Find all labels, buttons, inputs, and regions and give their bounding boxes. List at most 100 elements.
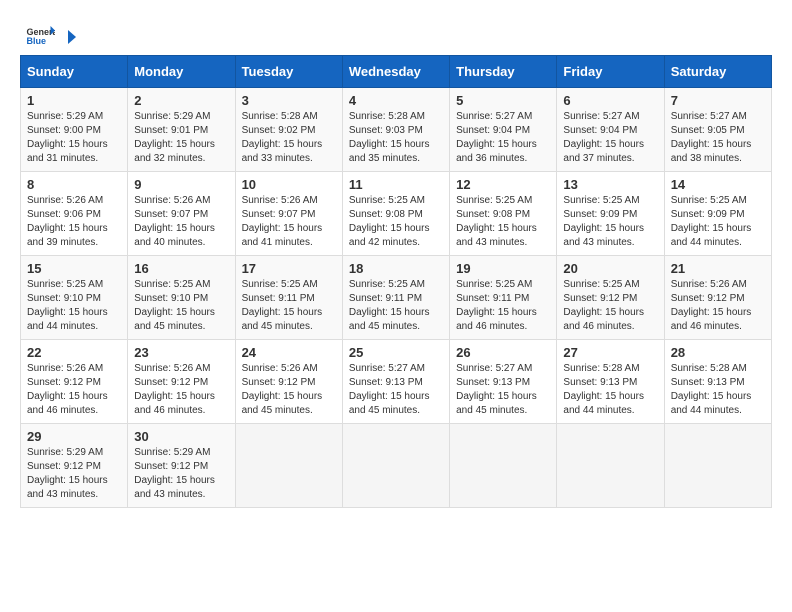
day-number: 24: [242, 345, 336, 360]
day-number: 27: [563, 345, 657, 360]
day-info: Sunrise: 5:27 AM Sunset: 9:13 PM Dayligh…: [456, 362, 550, 418]
day-info: Sunrise: 5:25 AM Sunset: 9:10 PM Dayligh…: [134, 278, 228, 334]
calendar-day-cell: 21 Sunrise: 5:26 AM Sunset: 9:12 PM Dayli…: [664, 256, 771, 340]
weekday-wednesday: Wednesday: [342, 56, 449, 88]
calendar-day-cell: 29Sunrise: 5:29 AM Sunset: 9:12 PM Dayli…: [21, 424, 128, 508]
calendar-day-cell: 9Sunrise: 5:26 AM Sunset: 9:07 PM Daylig…: [128, 172, 235, 256]
logo: General Blue: [25, 20, 79, 50]
day-info: Sunrise: 5:27 AM Sunset: 9:13 PM Dayligh…: [349, 362, 443, 418]
calendar-day-cell: 1Sunrise: 5:29 AM Sunset: 9:00 PM Daylig…: [21, 88, 128, 172]
calendar-day-cell: 22 Sunrise: 5:26 AM Sunset: 9:12 PM Dayli…: [21, 340, 128, 424]
day-info: Sunrise: 5:25 AM Sunset: 9:11 PM Dayligh…: [242, 278, 336, 334]
calendar-day-cell: 14 Sunrise: 5:25 AM Sunset: 9:09 PM Dayli…: [664, 172, 771, 256]
calendar-day-cell: 11 Sunrise: 5:25 AM Sunset: 9:08 PM Dayli…: [342, 172, 449, 256]
day-info: Sunrise: 5:26 AM Sunset: 9:12 PM Dayligh…: [27, 362, 121, 418]
calendar-day-cell: 28 Sunrise: 5:28 AM Sunset: 9:13 PM Dayli…: [664, 340, 771, 424]
day-info: Sunrise: 5:26 AM Sunset: 9:06 PM Dayligh…: [27, 194, 121, 250]
calendar-day-cell: [342, 424, 449, 508]
day-info: Sunrise: 5:27 AM Sunset: 9:04 PM Dayligh…: [456, 110, 550, 166]
day-number: 4: [349, 93, 443, 108]
calendar-day-cell: 24 Sunrise: 5:26 AM Sunset: 9:12 PM Dayli…: [235, 340, 342, 424]
calendar-container: SundayMondayTuesdayWednesdayThursdayFrid…: [10, 55, 782, 518]
logo-icon: General Blue: [25, 20, 55, 50]
day-number: 10: [242, 177, 336, 192]
day-number: 20: [563, 261, 657, 276]
day-info: Sunrise: 5:25 AM Sunset: 9:10 PM Dayligh…: [27, 278, 121, 334]
calendar-day-cell: 7Sunrise: 5:27 AM Sunset: 9:05 PM Daylig…: [664, 88, 771, 172]
calendar-day-cell: 16 Sunrise: 5:25 AM Sunset: 9:10 PM Dayli…: [128, 256, 235, 340]
day-number: 11: [349, 177, 443, 192]
weekday-header-row: SundayMondayTuesdayWednesdayThursdayFrid…: [21, 56, 772, 88]
weekday-tuesday: Tuesday: [235, 56, 342, 88]
day-number: 8: [27, 177, 121, 192]
day-info: Sunrise: 5:25 AM Sunset: 9:09 PM Dayligh…: [563, 194, 657, 250]
day-info: Sunrise: 5:28 AM Sunset: 9:13 PM Dayligh…: [563, 362, 657, 418]
calendar-table: SundayMondayTuesdayWednesdayThursdayFrid…: [20, 55, 772, 508]
weekday-friday: Friday: [557, 56, 664, 88]
day-number: 21: [671, 261, 765, 276]
calendar-day-cell: 20 Sunrise: 5:25 AM Sunset: 9:12 PM Dayli…: [557, 256, 664, 340]
calendar-day-cell: 13 Sunrise: 5:25 AM Sunset: 9:09 PM Dayli…: [557, 172, 664, 256]
day-info: Sunrise: 5:29 AM Sunset: 9:12 PM Dayligh…: [27, 446, 121, 502]
day-number: 6: [563, 93, 657, 108]
calendar-day-cell: [557, 424, 664, 508]
calendar-body: 1Sunrise: 5:29 AM Sunset: 9:00 PM Daylig…: [21, 88, 772, 508]
calendar-day-cell: 18Sunrise: 5:25 AM Sunset: 9:11 PM Dayli…: [342, 256, 449, 340]
calendar-day-cell: 6 Sunrise: 5:27 AM Sunset: 9:04 PM Daylig…: [557, 88, 664, 172]
calendar-week-row: 22 Sunrise: 5:26 AM Sunset: 9:12 PM Dayli…: [21, 340, 772, 424]
calendar-day-cell: 27 Sunrise: 5:28 AM Sunset: 9:13 PM Dayli…: [557, 340, 664, 424]
day-number: 26: [456, 345, 550, 360]
weekday-saturday: Saturday: [664, 56, 771, 88]
weekday-monday: Monday: [128, 56, 235, 88]
day-number: 28: [671, 345, 765, 360]
header: General Blue: [10, 10, 782, 55]
day-number: 5: [456, 93, 550, 108]
day-info: Sunrise: 5:29 AM Sunset: 9:01 PM Dayligh…: [134, 110, 228, 166]
weekday-thursday: Thursday: [450, 56, 557, 88]
day-info: Sunrise: 5:26 AM Sunset: 9:07 PM Dayligh…: [242, 194, 336, 250]
calendar-day-cell: 26 Sunrise: 5:27 AM Sunset: 9:13 PM Dayli…: [450, 340, 557, 424]
day-number: 22: [27, 345, 121, 360]
day-number: 9: [134, 177, 228, 192]
calendar-day-cell: 15 Sunrise: 5:25 AM Sunset: 9:10 PM Dayli…: [21, 256, 128, 340]
day-info: Sunrise: 5:25 AM Sunset: 9:09 PM Dayligh…: [671, 194, 765, 250]
day-number: 23: [134, 345, 228, 360]
day-info: Sunrise: 5:28 AM Sunset: 9:02 PM Dayligh…: [242, 110, 336, 166]
day-number: 12: [456, 177, 550, 192]
day-number: 15: [27, 261, 121, 276]
calendar-day-cell: 17 Sunrise: 5:25 AM Sunset: 9:11 PM Dayli…: [235, 256, 342, 340]
day-info: Sunrise: 5:25 AM Sunset: 9:11 PM Dayligh…: [456, 278, 550, 334]
calendar-week-row: 1Sunrise: 5:29 AM Sunset: 9:00 PM Daylig…: [21, 88, 772, 172]
calendar-day-cell: 4Sunrise: 5:28 AM Sunset: 9:03 PM Daylig…: [342, 88, 449, 172]
calendar-day-cell: [664, 424, 771, 508]
logo-arrow-icon: [60, 28, 78, 46]
day-info: Sunrise: 5:25 AM Sunset: 9:08 PM Dayligh…: [456, 194, 550, 250]
day-number: 16: [134, 261, 228, 276]
day-info: Sunrise: 5:25 AM Sunset: 9:12 PM Dayligh…: [563, 278, 657, 334]
day-number: 30: [134, 429, 228, 444]
calendar-day-cell: 25Sunrise: 5:27 AM Sunset: 9:13 PM Dayli…: [342, 340, 449, 424]
calendar-day-cell: 2 Sunrise: 5:29 AM Sunset: 9:01 PM Daylig…: [128, 88, 235, 172]
day-info: Sunrise: 5:27 AM Sunset: 9:05 PM Dayligh…: [671, 110, 765, 166]
day-number: 2: [134, 93, 228, 108]
day-info: Sunrise: 5:27 AM Sunset: 9:04 PM Dayligh…: [563, 110, 657, 166]
day-info: Sunrise: 5:28 AM Sunset: 9:13 PM Dayligh…: [671, 362, 765, 418]
calendar-day-cell: 5 Sunrise: 5:27 AM Sunset: 9:04 PM Daylig…: [450, 88, 557, 172]
day-info: Sunrise: 5:29 AM Sunset: 9:00 PM Dayligh…: [27, 110, 121, 166]
calendar-day-cell: 19 Sunrise: 5:25 AM Sunset: 9:11 PM Dayli…: [450, 256, 557, 340]
calendar-day-cell: 23Sunrise: 5:26 AM Sunset: 9:12 PM Dayli…: [128, 340, 235, 424]
day-number: 19: [456, 261, 550, 276]
day-info: Sunrise: 5:25 AM Sunset: 9:08 PM Dayligh…: [349, 194, 443, 250]
calendar-day-cell: 12 Sunrise: 5:25 AM Sunset: 9:08 PM Dayli…: [450, 172, 557, 256]
calendar-day-cell: 3Sunrise: 5:28 AM Sunset: 9:02 PM Daylig…: [235, 88, 342, 172]
calendar-week-row: 8 Sunrise: 5:26 AM Sunset: 9:06 PM Daylig…: [21, 172, 772, 256]
day-number: 14: [671, 177, 765, 192]
calendar-week-row: 15 Sunrise: 5:25 AM Sunset: 9:10 PM Dayli…: [21, 256, 772, 340]
day-number: 17: [242, 261, 336, 276]
day-number: 13: [563, 177, 657, 192]
day-info: Sunrise: 5:26 AM Sunset: 9:12 PM Dayligh…: [242, 362, 336, 418]
weekday-sunday: Sunday: [21, 56, 128, 88]
calendar-day-cell: [235, 424, 342, 508]
calendar-day-cell: 10 Sunrise: 5:26 AM Sunset: 9:07 PM Dayli…: [235, 172, 342, 256]
day-info: Sunrise: 5:26 AM Sunset: 9:12 PM Dayligh…: [671, 278, 765, 334]
